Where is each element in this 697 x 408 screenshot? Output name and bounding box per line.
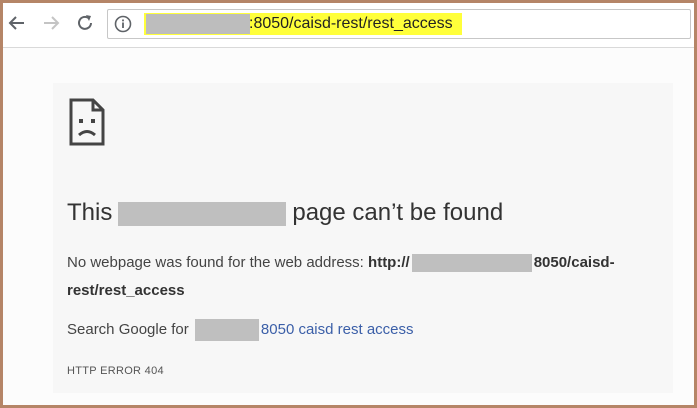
arrow-right-icon: [44, 16, 60, 30]
heading-start: This: [67, 199, 113, 226]
redacted-host: [146, 14, 250, 34]
redacted-host: [118, 201, 287, 226]
search-suggestion: Search Google for 8050 caisd rest access: [67, 319, 414, 341]
browser-toolbar: :8050/caisd-rest/rest_access: [3, 3, 694, 47]
toolbar-divider: [3, 47, 694, 48]
arrow-left-icon: [8, 16, 24, 30]
back-button[interactable]: [5, 11, 29, 35]
forward-button[interactable]: [39, 11, 63, 35]
reload-icon: [78, 15, 92, 30]
redacted-host: [411, 254, 532, 273]
error-description: No webpage was found for the web address…: [67, 249, 667, 305]
heading-end: page can’t be found: [292, 199, 504, 226]
desc-url-start: http://: [368, 254, 410, 271]
info-icon[interactable]: [114, 15, 132, 33]
search-link[interactable]: 8050 caisd rest access: [261, 321, 414, 338]
sad-page-icon: [69, 98, 105, 146]
error-code: HTTP ERROR 404: [67, 365, 164, 377]
error-page-content: This page can’t be found No webpage was f…: [53, 83, 673, 393]
reload-button[interactable]: [73, 11, 97, 35]
desc-text: No webpage was found for the web address…: [67, 254, 364, 271]
url-text[interactable]: :8050/caisd-rest/rest_access: [249, 15, 453, 33]
browser-window: :8050/caisd-rest/rest_access This page ca…: [0, 0, 697, 408]
page-title: This page can’t be found: [67, 199, 503, 227]
address-bar[interactable]: :8050/caisd-rest/rest_access: [107, 9, 691, 39]
search-prefix: Search Google for: [67, 320, 189, 338]
redacted-host: [194, 319, 259, 341]
